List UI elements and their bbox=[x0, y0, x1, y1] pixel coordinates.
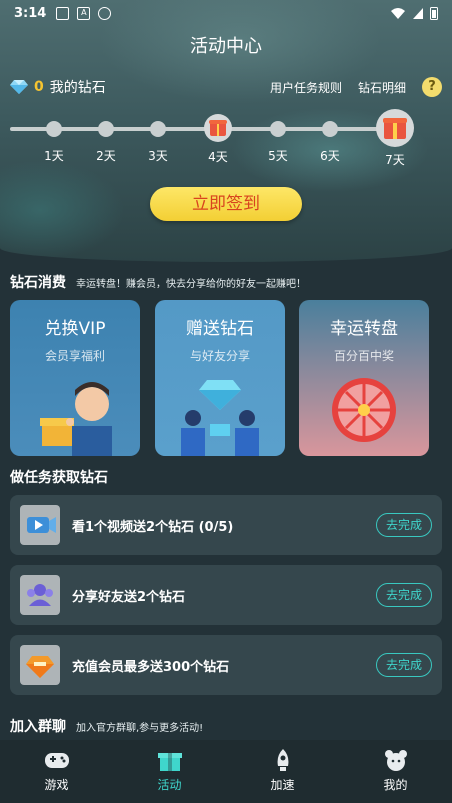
complete-task-button[interactable]: 去完成 bbox=[376, 583, 432, 607]
consume-section-title: 钻石消费 幸运转盘！赚会员，快去分享给你的好友一起赚吧！ bbox=[10, 272, 306, 292]
rocket-icon bbox=[270, 748, 296, 772]
tasks-section-title: 做任务获取钻石 bbox=[10, 467, 108, 487]
day-label: 7天 bbox=[385, 153, 405, 167]
gift-icon bbox=[204, 114, 232, 142]
wifi-icon bbox=[391, 7, 405, 19]
task-rules-link[interactable]: 用户任务规则 bbox=[270, 79, 342, 96]
checkin-dot bbox=[98, 121, 114, 137]
tab-label: 我的 bbox=[383, 778, 408, 792]
task-text: 分享好友送2个钻石 bbox=[72, 589, 186, 605]
checkin-day: 6天 bbox=[314, 121, 346, 164]
gamepad-icon bbox=[44, 748, 70, 772]
group-subtitle: 加入官方群聊,参与更多活动! bbox=[76, 723, 204, 734]
lucky-wheel-icon bbox=[332, 378, 396, 442]
gift-icon bbox=[376, 109, 414, 147]
my-diamonds-label: 我的钻石 bbox=[49, 80, 106, 96]
card-subtitle: 百分百中奖 bbox=[333, 349, 394, 363]
shield-icon bbox=[98, 6, 112, 20]
complete-task-button[interactable]: 去完成 bbox=[376, 653, 432, 677]
checkin-day: 7天 bbox=[373, 109, 417, 168]
tab-mine[interactable]: 我的 bbox=[339, 740, 452, 803]
vip-person-icon bbox=[40, 382, 112, 456]
status-bar: 3:14 A bbox=[0, 0, 452, 26]
diamond-summary: 0 我的钻石 用户任务规则 钻石明细 ? bbox=[10, 76, 442, 98]
consume-title: 钻石消费 bbox=[10, 275, 66, 291]
tab-games[interactable]: 游戏 bbox=[0, 740, 113, 803]
tab-label: 加速 bbox=[270, 778, 295, 792]
exchange-vip-card[interactable]: 兑换VIP 会员享福利 bbox=[10, 300, 140, 456]
signal-icon bbox=[413, 7, 423, 19]
task-text: 看1个视频送2个钻石 (0/5) bbox=[72, 519, 234, 535]
consume-subtitle: 幸运转盘！赚会员，快去分享给你的好友一起赚吧！ bbox=[76, 279, 306, 290]
card-title: 兑换VIP bbox=[44, 319, 106, 339]
day-label: 6天 bbox=[320, 149, 340, 163]
day-label: 3天 bbox=[148, 149, 168, 163]
day-label: 5天 bbox=[268, 149, 288, 163]
day-label: 2天 bbox=[96, 149, 116, 163]
sharing-people-icon bbox=[181, 380, 259, 456]
task-recharge-vip[interactable]: 充值会员最多送300个钻石 去完成 bbox=[10, 635, 442, 695]
friends-icon bbox=[20, 575, 60, 615]
video-icon bbox=[20, 505, 60, 545]
battery-icon bbox=[430, 7, 438, 20]
gift-icon bbox=[157, 748, 183, 772]
tab-label: 游戏 bbox=[44, 778, 69, 792]
checkin-day: 1天 bbox=[38, 121, 70, 164]
day-label: 1天 bbox=[44, 149, 64, 163]
page-title: 活动中心 bbox=[190, 36, 262, 57]
checkin-day: 5天 bbox=[262, 121, 294, 164]
tab-activity[interactable]: 活动 bbox=[113, 740, 226, 803]
day-label: 4天 bbox=[208, 150, 228, 164]
task-share-friends[interactable]: 分享好友送2个钻石 去完成 bbox=[10, 565, 442, 625]
group-title: 加入群聊 bbox=[10, 719, 66, 735]
card-subtitle: 会员享福利 bbox=[44, 349, 105, 363]
diamond-icon bbox=[10, 80, 28, 94]
diamond-count: 0 bbox=[34, 79, 44, 95]
checkin-day: 2天 bbox=[90, 121, 122, 164]
lucky-wheel-card[interactable]: 幸运转盘 百分百中奖 bbox=[299, 300, 429, 456]
tab-label: 活动 bbox=[157, 778, 182, 792]
checkin-dot bbox=[150, 121, 166, 137]
diamond-detail-link[interactable]: 钻石明细 bbox=[358, 79, 406, 96]
notification-icon: A bbox=[77, 6, 91, 20]
tasks-title: 做任务获取钻石 bbox=[10, 470, 108, 486]
checkin-day: 4天 bbox=[202, 114, 234, 165]
card-subtitle: 与好友分享 bbox=[189, 349, 250, 363]
gift-diamond-card[interactable]: 赠送钻石 与好友分享 bbox=[155, 300, 285, 456]
task-text: 充值会员最多送300个钻石 bbox=[72, 659, 230, 675]
task-watch-video[interactable]: 看1个视频送2个钻石 (0/5) 去完成 bbox=[10, 495, 442, 555]
tab-boost[interactable]: 加速 bbox=[226, 740, 339, 803]
notification-icon bbox=[56, 6, 70, 20]
vip-diamond-icon bbox=[20, 645, 60, 685]
card-title: 赠送钻石 bbox=[186, 319, 254, 339]
profile-icon bbox=[383, 748, 409, 772]
group-section-title: 加入群聊 加入官方群聊,参与更多活动! bbox=[10, 716, 203, 736]
checkin-dot bbox=[46, 121, 62, 137]
bottom-tab-bar: 游戏 活动 加速 我的 bbox=[0, 740, 452, 803]
status-time: 3:14 bbox=[14, 5, 47, 21]
checkin-day: 3天 bbox=[142, 121, 174, 164]
checkin-button[interactable]: 立即签到 bbox=[150, 187, 302, 221]
help-button[interactable]: ? bbox=[422, 77, 442, 97]
checkin-dot bbox=[270, 121, 286, 137]
checkin-dot bbox=[322, 121, 338, 137]
complete-task-button[interactable]: 去完成 bbox=[376, 513, 432, 537]
card-title: 幸运转盘 bbox=[330, 319, 398, 339]
